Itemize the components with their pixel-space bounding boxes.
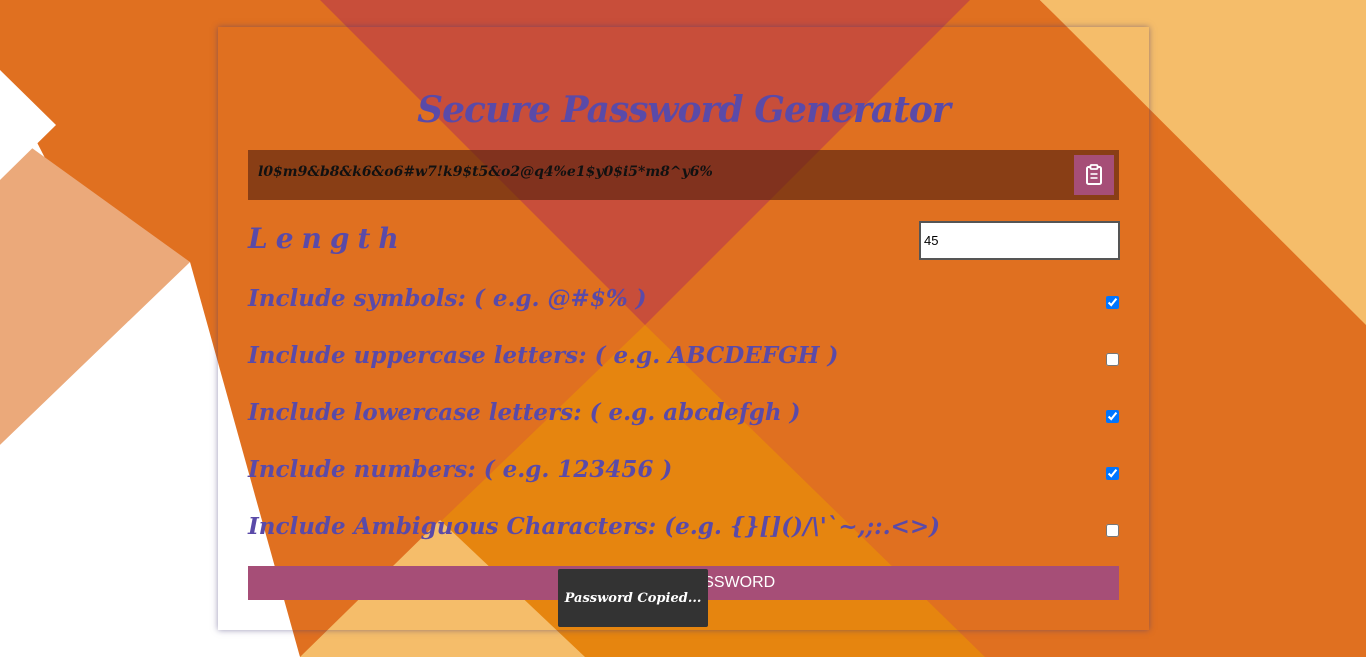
option-uppercase-label: Include uppercase letters: ( e.g. ABCDEF…: [248, 342, 839, 369]
option-symbols-label: Include symbols: ( e.g. @#$% ): [248, 285, 647, 312]
option-ambiguous-checkbox[interactable]: [1106, 524, 1119, 537]
length-input[interactable]: [919, 221, 1120, 260]
generator-card: Secure Password Generator l0$m9&b8&k6&o6…: [218, 27, 1149, 630]
copy-password-button[interactable]: [1074, 155, 1114, 195]
page-title: Secure Password Generator: [417, 89, 951, 131]
option-symbols-checkbox[interactable]: [1106, 296, 1119, 309]
option-numbers-label: Include numbers: ( e.g. 123456 ): [248, 456, 673, 483]
copied-toast: Password Copied...: [558, 569, 708, 627]
generated-password: l0$m9&b8&k6&o6#w7!k9$t5&o2@q4%e1$y0$i5*m…: [258, 164, 713, 180]
option-lowercase-label: Include lowercase letters: ( e.g. abcdef…: [248, 399, 801, 426]
length-label: Length: [248, 222, 407, 255]
clipboard-icon: [1086, 164, 1102, 185]
option-uppercase-checkbox[interactable]: [1106, 353, 1119, 366]
option-ambiguous-label: Include Ambiguous Characters: (e.g. {}[]…: [248, 513, 941, 540]
option-numbers-checkbox[interactable]: [1106, 467, 1119, 480]
password-display: l0$m9&b8&k6&o6#w7!k9$t5&o2@q4%e1$y0$i5*m…: [248, 150, 1119, 200]
option-lowercase-checkbox[interactable]: [1106, 410, 1119, 423]
